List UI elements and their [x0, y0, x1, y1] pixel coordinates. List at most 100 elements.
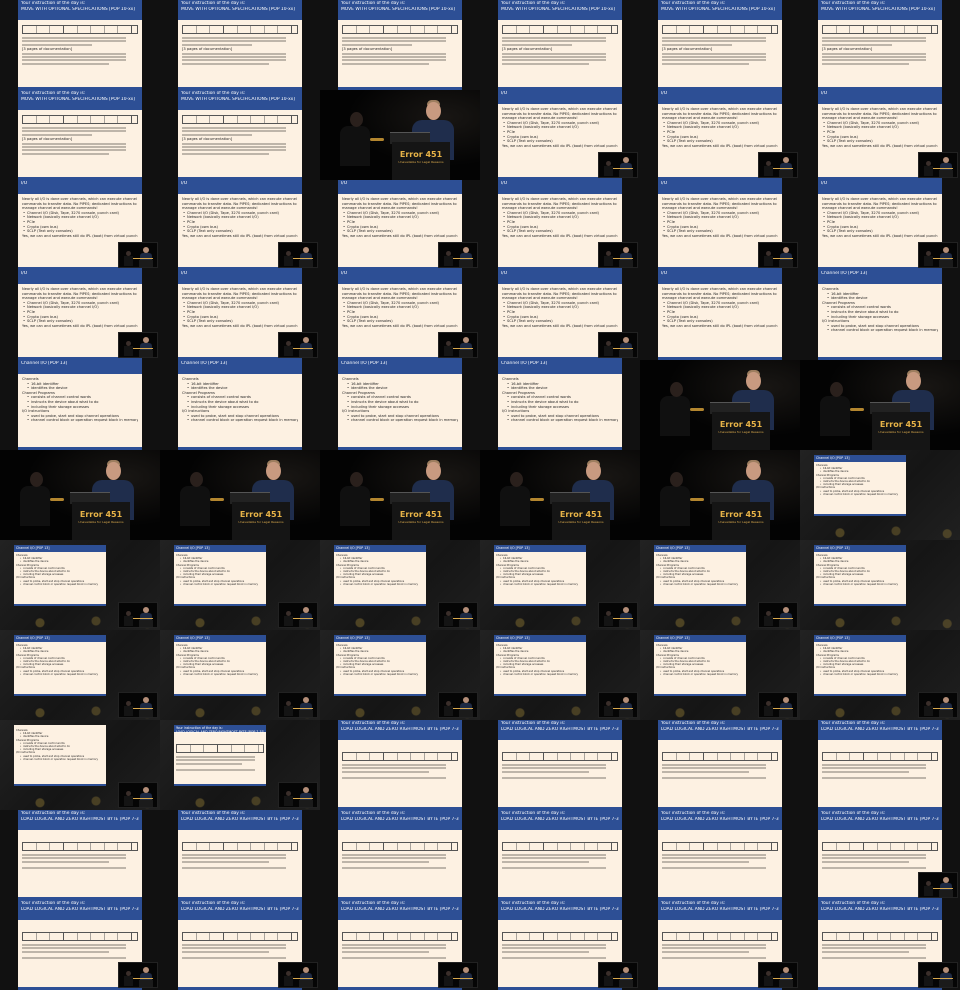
frame-thumbnail[interactable]: Your instruction of the day is: MOVE WITH…: [160, 90, 320, 180]
frame-thumbnail[interactable]: Your instruction of the day is: MOVE WITH…: [640, 0, 800, 90]
frame-thumbnail[interactable]: Your instruction of the day is: MOVE WITH…: [0, 90, 160, 180]
pip-pod: [299, 260, 313, 267]
pip-pod: [139, 710, 153, 717]
pip-p1: [303, 967, 309, 973]
frame-thumbnail[interactable]: I/O Nearly all I/O is done over channels,…: [640, 90, 800, 180]
text-line: [342, 43, 412, 46]
frame-thumbnail[interactable]: Your instruction of the day is: LOAD LOGI…: [640, 720, 800, 810]
frame-thumbnail[interactable]: Your instruction of the day is: LOAD LOGI…: [320, 810, 480, 900]
text-line: [662, 944, 767, 946]
frame-thumbnail[interactable]: I/O Nearly all I/O is done over channels,…: [0, 270, 160, 360]
slide-channel-io: Channel I/O [POP 13] Channels16-bit ident…: [14, 545, 106, 606]
frame-thumbnail[interactable]: Error 451 Unavailable for Legal Reasons: [320, 450, 480, 540]
frame-thumbnail[interactable]: Your instruction of the day is: LOAD LOGI…: [160, 810, 320, 900]
pip-pod: [779, 260, 793, 267]
slide-title-line2: LOAD LOGICAL AND ZERO RIGHTMOST BYTE [PO…: [181, 816, 299, 822]
frame-thumbnail[interactable]: Error 451 Unavailable for Legal Reasons: [320, 90, 480, 180]
slide-body: [178, 830, 302, 873]
frame-thumbnail[interactable]: Channel I/O [POP 13] Channels16-bit ident…: [480, 540, 640, 630]
slide-note: [3 pages of documentation]: [662, 46, 713, 51]
frame-thumbnail[interactable]: I/O Nearly all I/O is done over channels,…: [320, 180, 480, 270]
frame-thumbnail[interactable]: I/O Nearly all I/O is done over channels,…: [800, 180, 960, 270]
frame-thumbnail[interactable]: Channel I/O [POP 13] Channels16-bit ident…: [640, 630, 800, 720]
speaker-pip-thumbnail: [278, 692, 318, 718]
slide-title: I/O: [501, 91, 508, 96]
slide-intro: Nearly all I/O is done over channels, wh…: [822, 197, 937, 211]
frame-thumbnail[interactable]: Your instruction of the day is: LOAD LOGI…: [320, 900, 480, 990]
frame-thumbnail[interactable]: I/O Nearly all I/O is done over channels,…: [480, 270, 640, 360]
frame-thumbnail[interactable]: Your instruction of the day is: MOVE WITH…: [480, 0, 640, 90]
slide-intro: Nearly all I/O is done over channels, wh…: [502, 197, 617, 211]
frame-thumbnail[interactable]: Channel I/O [POP 13] Channels16-bit ident…: [800, 540, 960, 630]
frame-thumbnail[interactable]: Your instruction of the day is: LOAD LOGI…: [480, 810, 640, 900]
frame-thumbnail[interactable]: Channel I/O [POP 13] Channels16-bit ident…: [160, 360, 320, 450]
frame-thumbnail[interactable]: Error 451 Unavailable for Legal Reasons: [0, 450, 160, 540]
frame-thumbnail[interactable]: Channel I/O [POP 13] Channels16-bit ident…: [800, 450, 960, 540]
frame-thumbnail[interactable]: Your instruction of the day is: LOAD LOGI…: [320, 720, 480, 810]
cam-sp2-body: [660, 486, 690, 526]
frame-thumbnail[interactable]: Error 451 Unavailable for Legal Reasons: [480, 450, 640, 540]
frame-thumbnail[interactable]: Channel I/O [POP 13] Channels16-bit ident…: [320, 540, 480, 630]
pip-p1: [143, 967, 149, 973]
frame-thumbnail[interactable]: Your instruction of the day is: MOVE WITH…: [800, 0, 960, 90]
frame-thumbnail[interactable]: I/O Nearly all I/O is done over channels,…: [160, 180, 320, 270]
frame-thumbnail[interactable]: Channel I/O [POP 13] Channels16-bit ident…: [480, 630, 640, 720]
frame-thumbnail[interactable]: Your instruction of the day is: LOAD LOGI…: [640, 900, 800, 990]
frame-thumbnail[interactable]: Your instruction of the day is: LOAD LOGI…: [0, 810, 160, 900]
text-line: [22, 947, 127, 950]
slide-bullet: SCLP (Text only consoles): [342, 319, 458, 324]
frame-thumbnail[interactable]: Your instruction of the day is: LOAD LOGI…: [480, 900, 640, 990]
frame-thumbnail[interactable]: I/O Nearly all I/O is done over channels,…: [800, 90, 960, 180]
frame-thumbnail[interactable]: Channel I/O [POP 13] Channels16-bit ident…: [0, 360, 160, 450]
frame-thumbnail[interactable]: Your instruction of the day is: MOVE WITH…: [0, 0, 160, 90]
frame-thumbnail[interactable]: Channels16-bit identifieridentifies the …: [0, 720, 160, 810]
frame-thumbnail[interactable]: Your instruction of the day is: LOAD LOGI…: [160, 900, 320, 990]
frame-thumbnail[interactable]: Channel I/O [POP 13] Channels16-bit ident…: [160, 630, 320, 720]
frame-thumbnail[interactable]: I/O Nearly all I/O is done over channels,…: [160, 270, 320, 360]
frame-thumbnail[interactable]: Channel I/O [POP 13] Channels16-bit ident…: [0, 540, 160, 630]
frame-thumbnail[interactable]: Channel I/O [POP 13] Channels16-bit ident…: [320, 360, 480, 450]
frame-thumbnail[interactable]: Channel I/O [POP 13] Channels16-bit ident…: [800, 630, 960, 720]
slide-footer: [334, 604, 426, 606]
frame-thumbnail[interactable]: Your instruction of the day is: LOAD LOGI…: [640, 810, 800, 900]
frame-thumbnail[interactable]: Error 451 Unavailable for Legal Reasons: [640, 450, 800, 540]
frame-thumbnail[interactable]: Channel I/O [POP 13] Channels16-bit ident…: [640, 540, 800, 630]
frame-thumbnail[interactable]: I/O Nearly all I/O is done over channels,…: [640, 180, 800, 270]
frame-thumbnail[interactable]: Your instruction of the day is: LOAD LOGI…: [0, 900, 160, 990]
pip-bar: [133, 618, 153, 619]
frame-thumbnail[interactable]: Your instruction of the day is: MOVE WITH…: [320, 0, 480, 90]
frame-thumbnail[interactable]: Channel I/O [POP 13] Channels16-bit ident…: [480, 360, 640, 450]
frame-thumbnail[interactable]: Your instruction of the day is: LOAD LOGI…: [800, 810, 960, 900]
cam-sp2-head: [190, 472, 203, 487]
frame-thumbnail[interactable]: Error 451 Unavailable for Legal Reasons: [640, 360, 800, 450]
frame-thumbnail[interactable]: Your instruction of the day is: LOAD LOGI…: [480, 720, 640, 810]
slide-header: Your instruction of the day is: MOVE WITH…: [338, 0, 462, 20]
frame-thumbnail[interactable]: I/O Nearly all I/O is done over channels,…: [640, 270, 800, 360]
slide-outro: Yes, we can and sometimes still do IPL (…: [182, 233, 298, 238]
podium-subtitle: Unavailable for Legal Reasons: [718, 430, 764, 434]
frame-thumbnail[interactable]: I/O Nearly all I/O is done over channels,…: [0, 180, 160, 270]
frame-thumbnail[interactable]: I/O Nearly all I/O is done over channels,…: [480, 180, 640, 270]
frame-thumbnail[interactable]: I/O Nearly all I/O is done over channels,…: [480, 90, 640, 180]
frame-thumbnail[interactable]: Your instruction of the day is: MOVE WITH…: [160, 0, 320, 90]
slide-header: Your instruction of the day is: MOVE WITH…: [18, 0, 142, 20]
frame-thumbnail[interactable]: Channel I/O [POP 13] Channels16-bit ident…: [800, 270, 960, 360]
frame-thumbnail[interactable]: I/O Nearly all I/O is done over channels,…: [320, 270, 480, 360]
frame-thumbnail[interactable]: Your instruction of the day is: LOAD LOGI…: [800, 900, 960, 990]
frame-thumbnail[interactable]: Channel I/O [POP 13] Channels16-bit ident…: [160, 540, 320, 630]
frame-thumbnail[interactable]: Error 451 Unavailable for Legal Reasons: [160, 450, 320, 540]
frame-thumbnail[interactable]: Channel I/O [POP 13] Channels16-bit ident…: [320, 630, 480, 720]
text-line: [22, 133, 92, 136]
text-line: [22, 37, 127, 39]
slide-outro: Yes, we can and sometimes still do IPL (…: [502, 233, 618, 238]
frame-thumbnail[interactable]: Your instruction of the day is: LOAD LOGI…: [800, 720, 960, 810]
pip-bar: [453, 618, 473, 619]
frame-thumbnail[interactable]: Your instruction of the day is: LOAD LOGI…: [160, 720, 320, 810]
slide-bullet: identifies the device: [822, 296, 938, 301]
slide-title: Channel I/O [POP 13]: [656, 545, 690, 550]
podium-subtitle: Unavailable for Legal Reasons: [238, 520, 284, 524]
slide-channel-io: Channel I/O [POP 13] Channels16-bit ident…: [178, 360, 302, 450]
frame-thumbnail[interactable]: Error 451 Unavailable for Legal Reasons: [800, 360, 960, 450]
text-line: [182, 37, 287, 39]
frame-thumbnail[interactable]: Channel I/O [POP 13] Channels16-bit ident…: [0, 630, 160, 720]
